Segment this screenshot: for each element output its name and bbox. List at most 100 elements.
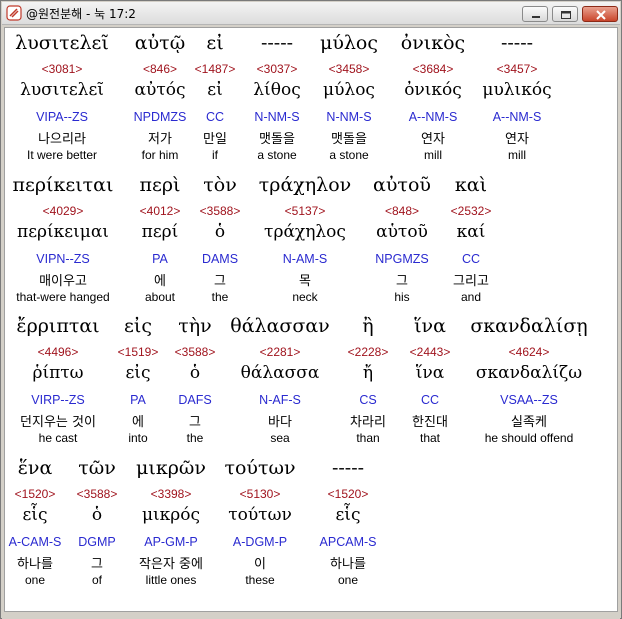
greek-word: μικρῶν — [136, 457, 206, 479]
korean-gloss: 실족케 — [511, 415, 547, 430]
korean-gloss: 던지우는 것이 — [20, 415, 96, 430]
korean-gloss: 하나를 — [330, 557, 366, 572]
english-gloss: neck — [292, 290, 318, 304]
greek-word: ὀνικὸς — [400, 32, 466, 54]
greek-word: τὴν — [178, 315, 212, 337]
korean-gloss: 작은자 중에 — [139, 557, 203, 572]
strongs-number: <4029> — [42, 204, 84, 218]
lemma-word: ὁ — [214, 222, 226, 242]
korean-gloss: 나으리라 — [38, 132, 86, 147]
maximize-button[interactable] — [552, 6, 578, 22]
strongs-number: <848> — [384, 204, 420, 218]
korean-gloss: 차라리 — [350, 415, 386, 430]
strongs-number: <3457> — [496, 62, 538, 76]
parsing-code: VIPN--ZS — [36, 252, 90, 266]
parsing-code: N-AF-S — [259, 393, 301, 407]
strongs-number: <1520> — [14, 487, 56, 501]
greek-word: θάλασσαν — [230, 315, 330, 337]
english-gloss: the — [186, 431, 204, 445]
lemma-word: ῥίπτω — [32, 363, 84, 383]
lemma-word: μύλος — [323, 80, 375, 100]
english-gloss: he should offend — [484, 431, 574, 445]
minimize-button[interactable] — [522, 6, 548, 22]
korean-gloss: 맷돌을 — [331, 132, 367, 147]
english-gloss: one — [24, 573, 46, 587]
lemma-word: εἰ — [207, 80, 223, 100]
parsing-code: NPDMZS — [133, 110, 187, 124]
greek-word: εἰς — [124, 315, 152, 337]
title-bar[interactable]: @원전분해 - 눅 17:2 — [2, 2, 620, 25]
parsing-code: A-CAM-S — [8, 535, 62, 549]
strongs-number: <4496> — [37, 345, 79, 359]
greek-word: ἕνα — [17, 457, 53, 479]
close-button[interactable] — [582, 6, 618, 22]
strongs-number: <2281> — [259, 345, 301, 359]
greek-word: ----- — [331, 457, 365, 479]
english-gloss: for him — [141, 148, 179, 162]
korean-gloss: 그 — [214, 274, 226, 289]
greek-word: μύλος — [319, 32, 379, 54]
korean-gloss: 매이우고 — [39, 274, 87, 289]
english-gloss: he cast — [38, 431, 78, 445]
parsing-code: A-DGM-P — [232, 535, 288, 549]
english-gloss: one — [337, 573, 359, 587]
english-gloss: a stone — [257, 148, 297, 162]
english-gloss: mill — [508, 148, 526, 162]
english-gloss: It were better — [26, 148, 98, 162]
korean-gloss: 그 — [189, 415, 201, 430]
parsing-code: CC — [205, 110, 225, 124]
app-window: @원전분해 - 눅 17:2 λυσιτελεῖ <3081> λυσιτελεῖ V… — [0, 0, 622, 619]
parsing-code: CC — [420, 393, 440, 407]
korean-gloss: 연자 — [421, 132, 445, 147]
strongs-number: <1520> — [327, 487, 369, 501]
lemma-word: ὀνικός — [404, 80, 462, 100]
lemma-word: μικρός — [141, 505, 201, 525]
strongs-number: <2228> — [347, 345, 389, 359]
strongs-number: <846> — [142, 62, 178, 76]
english-gloss: the — [211, 290, 229, 304]
app-icon — [6, 5, 22, 21]
strongs-number: <3588> — [76, 487, 118, 501]
parsing-code: A--NM-S — [492, 110, 542, 124]
greek-word: περὶ — [139, 174, 181, 196]
greek-word: τράχηλον — [258, 174, 352, 196]
greek-word: περίκειται — [12, 174, 114, 196]
greek-word: καὶ — [454, 174, 488, 196]
lemma-word: ἤ — [362, 363, 374, 383]
lemma-word: λυσιτελεῖ — [20, 80, 104, 100]
strongs-number: <3081> — [41, 62, 83, 76]
strongs-number: <5137> — [284, 204, 326, 218]
korean-gloss: 이 — [254, 557, 266, 572]
korean-gloss: 에 — [132, 415, 144, 430]
english-gloss: if — [212, 148, 218, 162]
parsing-code: DAMS — [201, 252, 239, 266]
english-gloss: sea — [270, 431, 290, 445]
minimize-icon — [532, 16, 540, 18]
parsing-code: DGMP — [78, 535, 116, 549]
lemma-word: ὁ — [189, 363, 201, 383]
close-icon — [596, 10, 606, 20]
english-gloss: into — [128, 431, 148, 445]
lemma-word: θάλασσα — [240, 363, 320, 383]
parsing-code: DAFS — [178, 393, 212, 407]
english-gloss: that — [419, 431, 441, 445]
korean-gloss: 한진대 — [412, 415, 448, 430]
korean-gloss: 바다 — [268, 415, 292, 430]
english-gloss: that-were hanged — [16, 290, 110, 304]
parsing-code: VIPA--ZS — [36, 110, 88, 124]
strongs-number: <3588> — [199, 204, 241, 218]
lemma-word: σκανδαλίζω — [475, 363, 583, 383]
english-gloss: and — [460, 290, 482, 304]
parsing-code: N-AM-S — [282, 252, 328, 266]
maximize-icon — [561, 11, 571, 19]
english-gloss: than — [356, 431, 380, 445]
korean-gloss: 그 — [396, 274, 408, 289]
korean-gloss: 저가 — [148, 132, 172, 147]
verse-analysis-pane[interactable]: λυσιτελεῖ <3081> λυσιτελεῖ VIPA--ZS 나으리라 It w… — [4, 27, 618, 612]
status-bar — [2, 613, 620, 619]
greek-word: αὐτοῦ — [373, 174, 431, 196]
lemma-word: περίκειμαι — [17, 222, 109, 242]
korean-gloss: 에 — [154, 274, 166, 289]
greek-word: ----- — [500, 32, 534, 54]
greek-word: σκανδαλίσῃ — [470, 315, 588, 337]
